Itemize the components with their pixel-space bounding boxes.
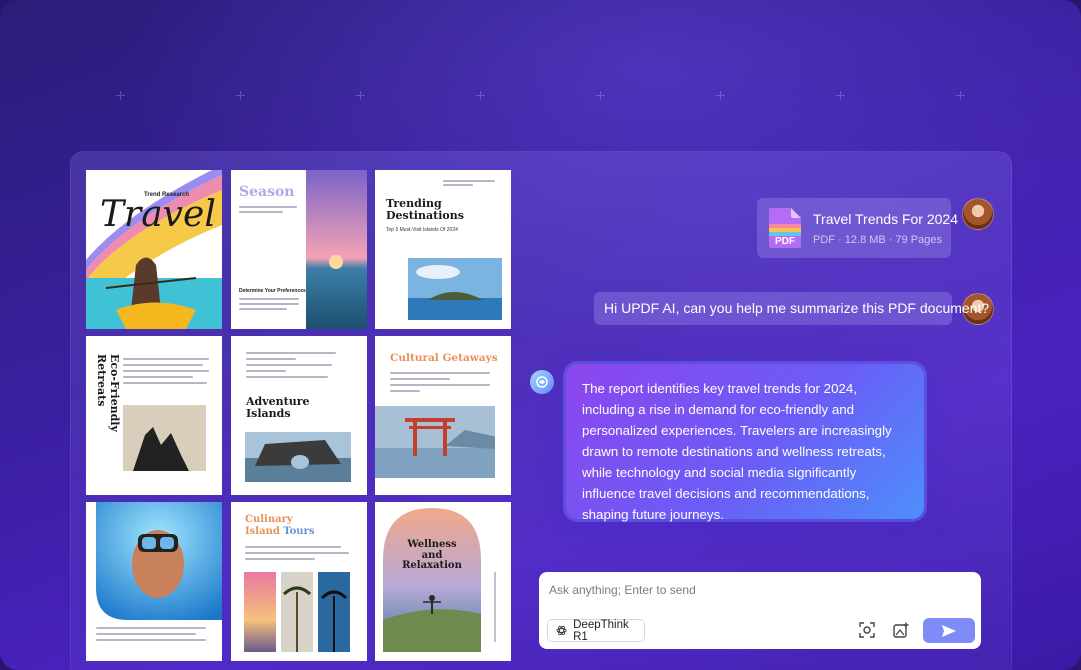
trending-title-line2: Destinations — [386, 208, 464, 222]
trending-title-line1: Trending — [386, 197, 442, 210]
svg-text:PDF: PDF — [775, 236, 795, 247]
screenshot-button[interactable] — [857, 620, 877, 640]
send-button[interactable] — [923, 618, 975, 643]
rock-photo — [123, 405, 206, 471]
file-meta: PDF · 12.8 MB · 79 Pages — [813, 234, 942, 246]
arch-rock-photo — [245, 432, 351, 482]
image-upload-icon — [893, 622, 909, 638]
torii-gate-photo — [375, 406, 495, 478]
user-avatar — [962, 198, 994, 230]
season-title: Season — [239, 184, 295, 200]
app-frame: Trend Research Travel Season Determine Y… — [0, 0, 1081, 670]
thumbnail-wellness[interactable]: Wellness and Relaxation — [375, 502, 511, 661]
travel-title: Travel — [100, 194, 216, 235]
island-photo — [408, 258, 502, 320]
cultural-title: Cultural Getaways — [390, 352, 498, 364]
thumbnail-diver[interactable] — [86, 502, 222, 661]
wellness-title-line1: Wellness and — [407, 539, 457, 561]
eco-title: Eco-Friendly Retreats — [95, 354, 121, 432]
pdf-file-icon: PDF — [769, 208, 801, 248]
trending-subtitle: Top 5 Must-Visit Islands Of 2024 — [386, 227, 458, 233]
send-icon — [942, 624, 956, 637]
adventure-title-line1: Adventure — [246, 395, 310, 408]
culinary-title: Culinary Island Tours — [245, 514, 315, 537]
diver-photo — [96, 502, 222, 620]
adventure-title-line2: Islands — [246, 406, 291, 420]
thumbnail-cultural[interactable]: Cultural Getaways — [375, 336, 511, 495]
thumbnail-season[interactable]: Season Determine Your Preferences — [231, 170, 367, 329]
ai-response: The report identifies key travel trends … — [566, 364, 924, 522]
deepthink-label: DeepThink R1 — [573, 618, 629, 643]
deepthink-toggle[interactable]: DeepThink R1 — [547, 618, 645, 643]
ai-assistant-icon — [530, 370, 554, 394]
thumbnail-adventure[interactable]: Adventure Islands — [231, 336, 367, 495]
chat-input[interactable] — [549, 580, 969, 600]
thumbnail-trending[interactable]: Trending Destinations Top 5 Must-Visit I… — [375, 170, 511, 329]
culinary-photos — [244, 572, 350, 652]
chat-input-box: DeepThink R1 — [539, 572, 981, 649]
wellness-title-line2: Relaxation — [402, 560, 462, 571]
upload-image-button[interactable] — [891, 620, 911, 640]
file-card[interactable]: PDF Travel Trends For 2024 PDF · 12.8 MB… — [757, 198, 958, 258]
wellness-arch-photo — [383, 508, 496, 652]
file-name: Travel Trends For 2024 — [813, 211, 958, 227]
user-message: Hi UPDF AI, can you help me summarize th… — [594, 292, 989, 325]
atom-icon — [556, 625, 567, 636]
thumbnail-eco[interactable]: Eco-Friendly Retreats — [86, 336, 222, 495]
screenshot-icon — [859, 622, 875, 638]
thumbnail-culinary[interactable]: Culinary Island Tours — [231, 502, 367, 661]
season-section: Determine Your Preferences — [239, 288, 306, 294]
thumbnail-travel[interactable]: Trend Research Travel — [86, 170, 222, 329]
